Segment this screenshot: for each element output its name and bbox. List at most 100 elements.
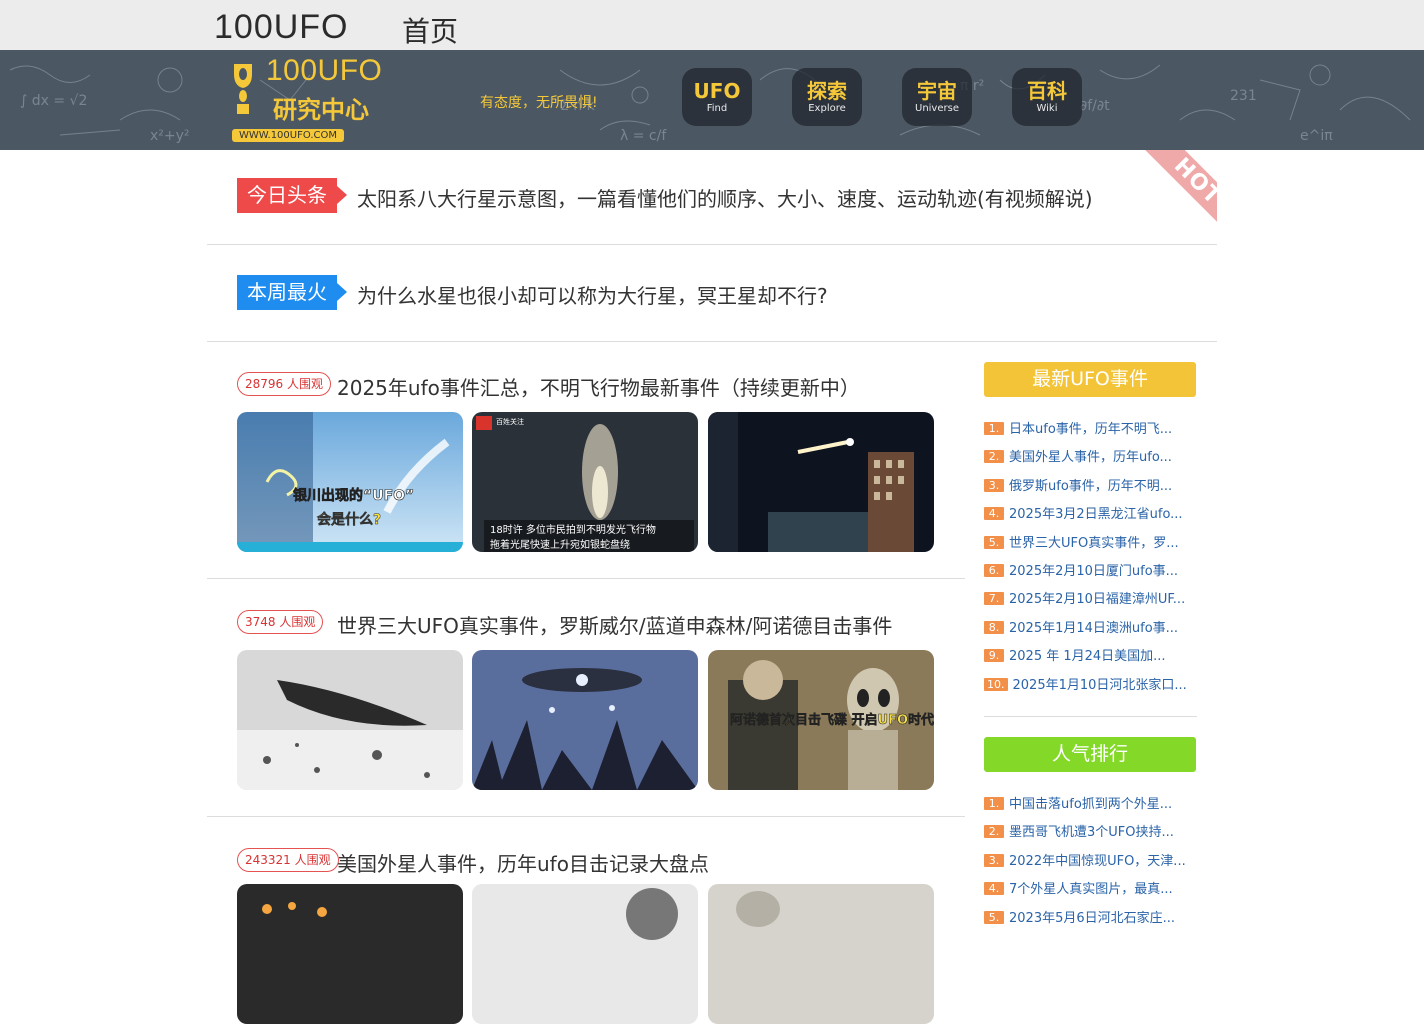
article-thumbnail[interactable]: 银川出现的“UFO” 会是什么?	[237, 412, 463, 552]
article-thumbnail[interactable]	[237, 884, 463, 1024]
thumb-caption: 百姓关注	[496, 417, 524, 426]
nav-ufo-label: UFO	[693, 79, 741, 103]
latest-list-item[interactable]: 4. 2025年3月2日黑龙江省ufo...	[984, 503, 1198, 522]
svg-text:∫ dx = √2: ∫ dx = √2	[20, 93, 87, 109]
nav-wiki-sublabel: Wiki	[1036, 103, 1058, 114]
nav-wiki-label: 百科	[1027, 79, 1067, 103]
headline-week-link[interactable]: 为什么水星也很小却可以称为大行星，冥王星却不行?	[357, 280, 828, 309]
latest-list-item[interactable]: 7. 2025年2月10日福建漳州UF...	[984, 588, 1198, 607]
view-count-badge: 28796 人围观	[237, 372, 331, 396]
thumb-caption: 银川出现的“UFO”	[293, 487, 414, 504]
rank-number: 7.	[984, 592, 1004, 605]
list-item-link[interactable]: 7个外星人真实图片，最真...	[1009, 882, 1173, 897]
list-item-link[interactable]: 墨西哥飞机遭3个UFO挟持...	[1009, 825, 1174, 840]
top-bar: 100UFO 首页	[0, 0, 1424, 50]
headline-today: 今日头条 太阳系八大行星示意图，一篇看懂他们的顺序、大小、速度、运动轨迹(有视频…	[237, 178, 1217, 214]
rank-number: 6.	[984, 564, 1004, 577]
thumb-caption: 阿诺德首次目击飞碟 开启UFO时代	[730, 712, 934, 728]
logo-url: WWW.100UFO.COM	[232, 129, 344, 142]
nav-universe-sublabel: Universe	[915, 103, 959, 114]
svg-text:λ = c/f: λ = c/f	[620, 128, 667, 144]
list-item-link[interactable]: 2022年中国惊现UFO，天津...	[1009, 854, 1186, 869]
headline-divider	[207, 244, 1217, 245]
view-count-badge: 3748 人围观	[237, 610, 324, 634]
headline-divider	[207, 341, 1217, 342]
article-thumbnail[interactable]: 百姓关注 18时许 多位市民拍到不明发光飞行物 拖着光尾快速上升宛如银蛇盘绕	[472, 412, 698, 552]
latest-list-item[interactable]: 5. 世界三大UFO真实事件，罗...	[984, 532, 1198, 551]
headline-today-tag: 今日头条	[237, 178, 347, 213]
nav-universe[interactable]: 宇宙 Universe	[902, 68, 972, 126]
home-link[interactable]: 首页	[402, 10, 458, 50]
svg-text:x²+y²: x²+y²	[150, 128, 190, 144]
latest-list-item[interactable]: 2. 美国外星人事件，历年ufo...	[984, 446, 1198, 465]
list-item-link[interactable]: 中国击落ufo抓到两个外星...	[1009, 797, 1172, 812]
nav-ufo-sublabel: Find	[706, 103, 728, 114]
article-divider	[207, 578, 965, 579]
svg-text:∂f/∂t: ∂f/∂t	[1080, 98, 1110, 114]
article-thumbnail[interactable]	[708, 884, 934, 1024]
list-item-link[interactable]: 2025年2月10日福建漳州UF...	[1009, 592, 1185, 607]
thumb-caption: 拖着光尾快速上升宛如银蛇盘绕	[490, 538, 630, 551]
rank-number: 8.	[984, 621, 1004, 634]
latest-ufo-heading: 最新UFO事件	[984, 362, 1196, 397]
svg-text:231: 231	[1230, 88, 1257, 104]
list-item-link[interactable]: 美国外星人事件，历年ufo...	[1009, 450, 1172, 465]
latest-list-item[interactable]: 10. 2025年1月10日河北张家口...	[984, 674, 1198, 693]
popular-list-item[interactable]: 4. 7个外星人真实图片，最真...	[984, 878, 1198, 897]
latest-list-item[interactable]: 6. 2025年2月10日厦门ufo事...	[984, 560, 1198, 579]
latest-list-item[interactable]: 8. 2025年1月14日澳洲ufo事...	[984, 617, 1198, 636]
trophy-logo-icon	[234, 64, 252, 114]
thumb-caption: 18时许 多位市民拍到不明发光飞行物	[490, 523, 656, 536]
rank-number: 4.	[984, 507, 1004, 520]
list-item-link[interactable]: 日本ufo事件，历年不明飞...	[1009, 422, 1172, 437]
headline-week-tag: 本周最火	[237, 275, 347, 310]
nav-explore[interactable]: 探索 Explore	[792, 68, 862, 126]
latest-list-item[interactable]: 1. 日本ufo事件，历年不明飞...	[984, 418, 1198, 437]
rank-number: 5.	[984, 536, 1004, 549]
article-thumbnail[interactable]	[237, 650, 463, 790]
latest-list-item[interactable]: 3. 俄罗斯ufo事件，历年不明...	[984, 475, 1198, 494]
rank-number: 4.	[984, 882, 1004, 895]
logo-title[interactable]: 100UFO	[266, 54, 382, 88]
rank-number: 1.	[984, 797, 1004, 810]
list-item-link[interactable]: 2025年1月14日澳洲ufo事...	[1009, 621, 1178, 636]
list-item-link[interactable]: 2025年2月10日厦门ufo事...	[1009, 564, 1178, 579]
list-item-link[interactable]: 2025 年 1月24日美国加...	[1009, 649, 1166, 664]
article-title-link[interactable]: 美国外星人事件，历年ufo目击记录大盘点	[337, 848, 709, 877]
list-item-link[interactable]: 2023年5月6日河北石家庄...	[1009, 911, 1175, 926]
slogan: 有态度，无所畏惧!	[480, 95, 598, 111]
rank-number: 10.	[984, 678, 1008, 691]
article-title-link[interactable]: 世界三大UFO真实事件，罗斯威尔/蓝道申森林/阿诺德目击事件	[337, 610, 892, 639]
popular-list-item[interactable]: 5. 2023年5月6日河北石家庄...	[984, 907, 1198, 926]
rank-number: 2.	[984, 450, 1004, 463]
view-count-badge: 243321 人围观	[237, 848, 339, 872]
article-title-link[interactable]: 2025年ufo事件汇总，不明飞行物最新事件（持续更新中）	[337, 372, 860, 401]
article-thumbnail[interactable]	[472, 884, 698, 1024]
headline-today-link[interactable]: 太阳系八大行星示意图，一篇看懂他们的顺序、大小、速度、运动轨迹(有视频解说)	[357, 183, 1093, 212]
popular-heading: 人气排行	[984, 737, 1196, 772]
article-thumbnail[interactable]	[708, 412, 934, 552]
popular-list-item[interactable]: 2. 墨西哥飞机遭3个UFO挟持...	[984, 821, 1198, 840]
article-divider	[207, 816, 965, 817]
list-item-link[interactable]: 2025年1月10日河北张家口...	[1013, 678, 1187, 693]
popular-list-item[interactable]: 3. 2022年中国惊现UFO，天津...	[984, 850, 1198, 869]
rank-number: 5.	[984, 911, 1004, 924]
rank-number: 3.	[984, 479, 1004, 492]
nav-ufo[interactable]: UFO Find	[682, 68, 752, 126]
latest-list-item[interactable]: 9. 2025 年 1月24日美国加...	[984, 645, 1198, 664]
article-thumbnail[interactable]: 阿诺德首次目击飞碟 开启UFO时代	[708, 650, 934, 790]
svg-text:e^iπ: e^iπ	[1300, 128, 1333, 144]
nav-wiki[interactable]: 百科 Wiki	[1012, 68, 1082, 126]
list-item-link[interactable]: 2025年3月2日黑龙江省ufo...	[1009, 507, 1183, 522]
article-thumbnail[interactable]	[472, 650, 698, 790]
nav-explore-label: 探索	[807, 79, 847, 103]
rank-number: 9.	[984, 649, 1004, 662]
list-item-link[interactable]: 俄罗斯ufo事件，历年不明...	[1009, 479, 1172, 494]
rank-number: 1.	[984, 422, 1004, 435]
list-item-link[interactable]: 世界三大UFO真实事件，罗...	[1009, 536, 1179, 551]
logo-subtitle[interactable]: 研究中心	[273, 90, 369, 125]
site-brand-link[interactable]: 100UFO	[214, 8, 349, 47]
sidebar-divider	[984, 716, 1197, 717]
popular-list-item[interactable]: 1. 中国击落ufo抓到两个外星...	[984, 793, 1198, 812]
thumb-caption: 会是什么?	[317, 511, 381, 528]
